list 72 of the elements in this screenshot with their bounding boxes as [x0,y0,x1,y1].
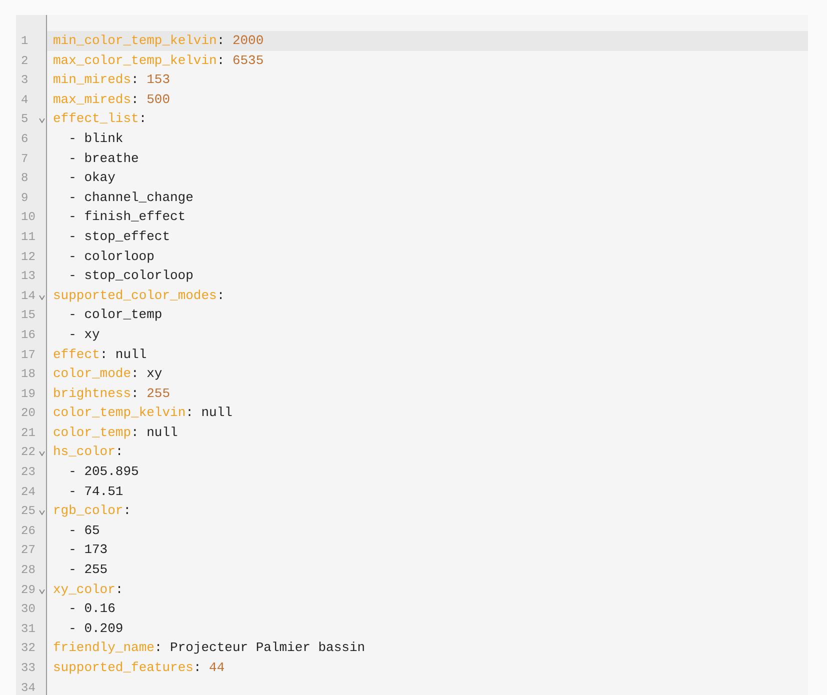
code-line: - 0.16 [68,600,116,618]
line-number: 1 [21,33,28,50]
line-number: 25 [21,503,36,520]
line-number: 7 [21,150,28,168]
code-line: - color_temp [68,306,162,324]
line-number: 34 [21,680,36,695]
code-line: - okay [68,169,116,188]
code-line: color_temp_kelvin: null [52,404,232,422]
line-number: 6 [21,130,28,148]
code-line: - 255 [68,561,108,580]
line-number: 18 [21,366,36,384]
code-line: - stop_colorloop [68,267,194,286]
line-number: 23 [21,464,36,482]
line-number: 26 [21,522,36,540]
code-line: - blink [68,130,124,148]
line-number: 33 [21,660,36,677]
chevron-down-icon[interactable] [39,118,45,124]
code-line: - 0.209 [68,620,124,638]
line-number: 3 [21,72,28,90]
code-line: min_color_temp_kelvin: 2000 [52,32,264,50]
chevron-down-icon[interactable] [39,588,45,594]
code-line: xy_color: [52,580,124,599]
chevron-down-icon[interactable] [39,294,45,300]
line-number: 5 [21,111,28,128]
code-line: max_color_temp_kelvin: 6535 [52,52,264,70]
line-number: 12 [21,248,36,266]
line-number: 14 [21,288,36,305]
code-line: - xy [68,326,100,344]
line-number: 32 [21,640,36,658]
line-number: 22 [21,444,36,462]
line-number: 4 [21,92,28,109]
chevron-down-icon[interactable] [39,510,45,516]
code-line: - stop_effect [68,228,170,246]
line-number: 19 [21,386,36,403]
line-number: 29 [21,582,36,599]
line-number: 8 [21,170,28,188]
code-line: brightness: 255 [52,384,170,403]
code-line: - breathe [68,150,139,168]
line-number: 28 [21,562,36,580]
code-line: effect_list: [52,110,147,128]
code-line: supported_color_modes: [52,286,225,305]
line-number: 31 [21,620,36,638]
code-line: max_mireds: 500 [52,90,170,109]
code-line: - 74.51 [68,482,124,501]
code-line: supported_features: 44 [52,659,225,677]
code-line: - 65 [68,522,100,540]
line-number: 24 [21,484,36,501]
line-number: 10 [21,209,36,226]
code-line: - 173 [68,541,108,560]
line-number: 30 [21,601,36,618]
line-number: 27 [21,542,36,560]
line-number: 11 [21,228,36,246]
code-line: min_mireds: 153 [52,71,170,90]
code-line: hs_color: [52,443,124,462]
code-line: friendly_name: Projecteur Palmier bassin [52,639,366,658]
chevron-down-icon[interactable] [39,451,45,456]
line-number: 2 [21,52,28,70]
line-number: 17 [21,346,36,364]
code-line: rgb_color: [52,502,132,520]
code-line: - finish_effect [68,208,186,226]
code-line: effect: null [52,346,147,364]
code-line: - channel_change [68,188,194,207]
line-number: 20 [21,405,36,422]
line-number: 21 [21,424,36,442]
line-number: 9 [21,190,28,207]
code-line: - 205.895 [68,463,139,482]
line-number: 16 [21,326,36,344]
code-line: color_temp: null [52,424,178,442]
code-line: - colorloop [68,248,154,266]
line-number: 13 [21,268,36,286]
code-line: color_mode: xy [52,365,162,384]
line-number: 15 [21,307,36,324]
